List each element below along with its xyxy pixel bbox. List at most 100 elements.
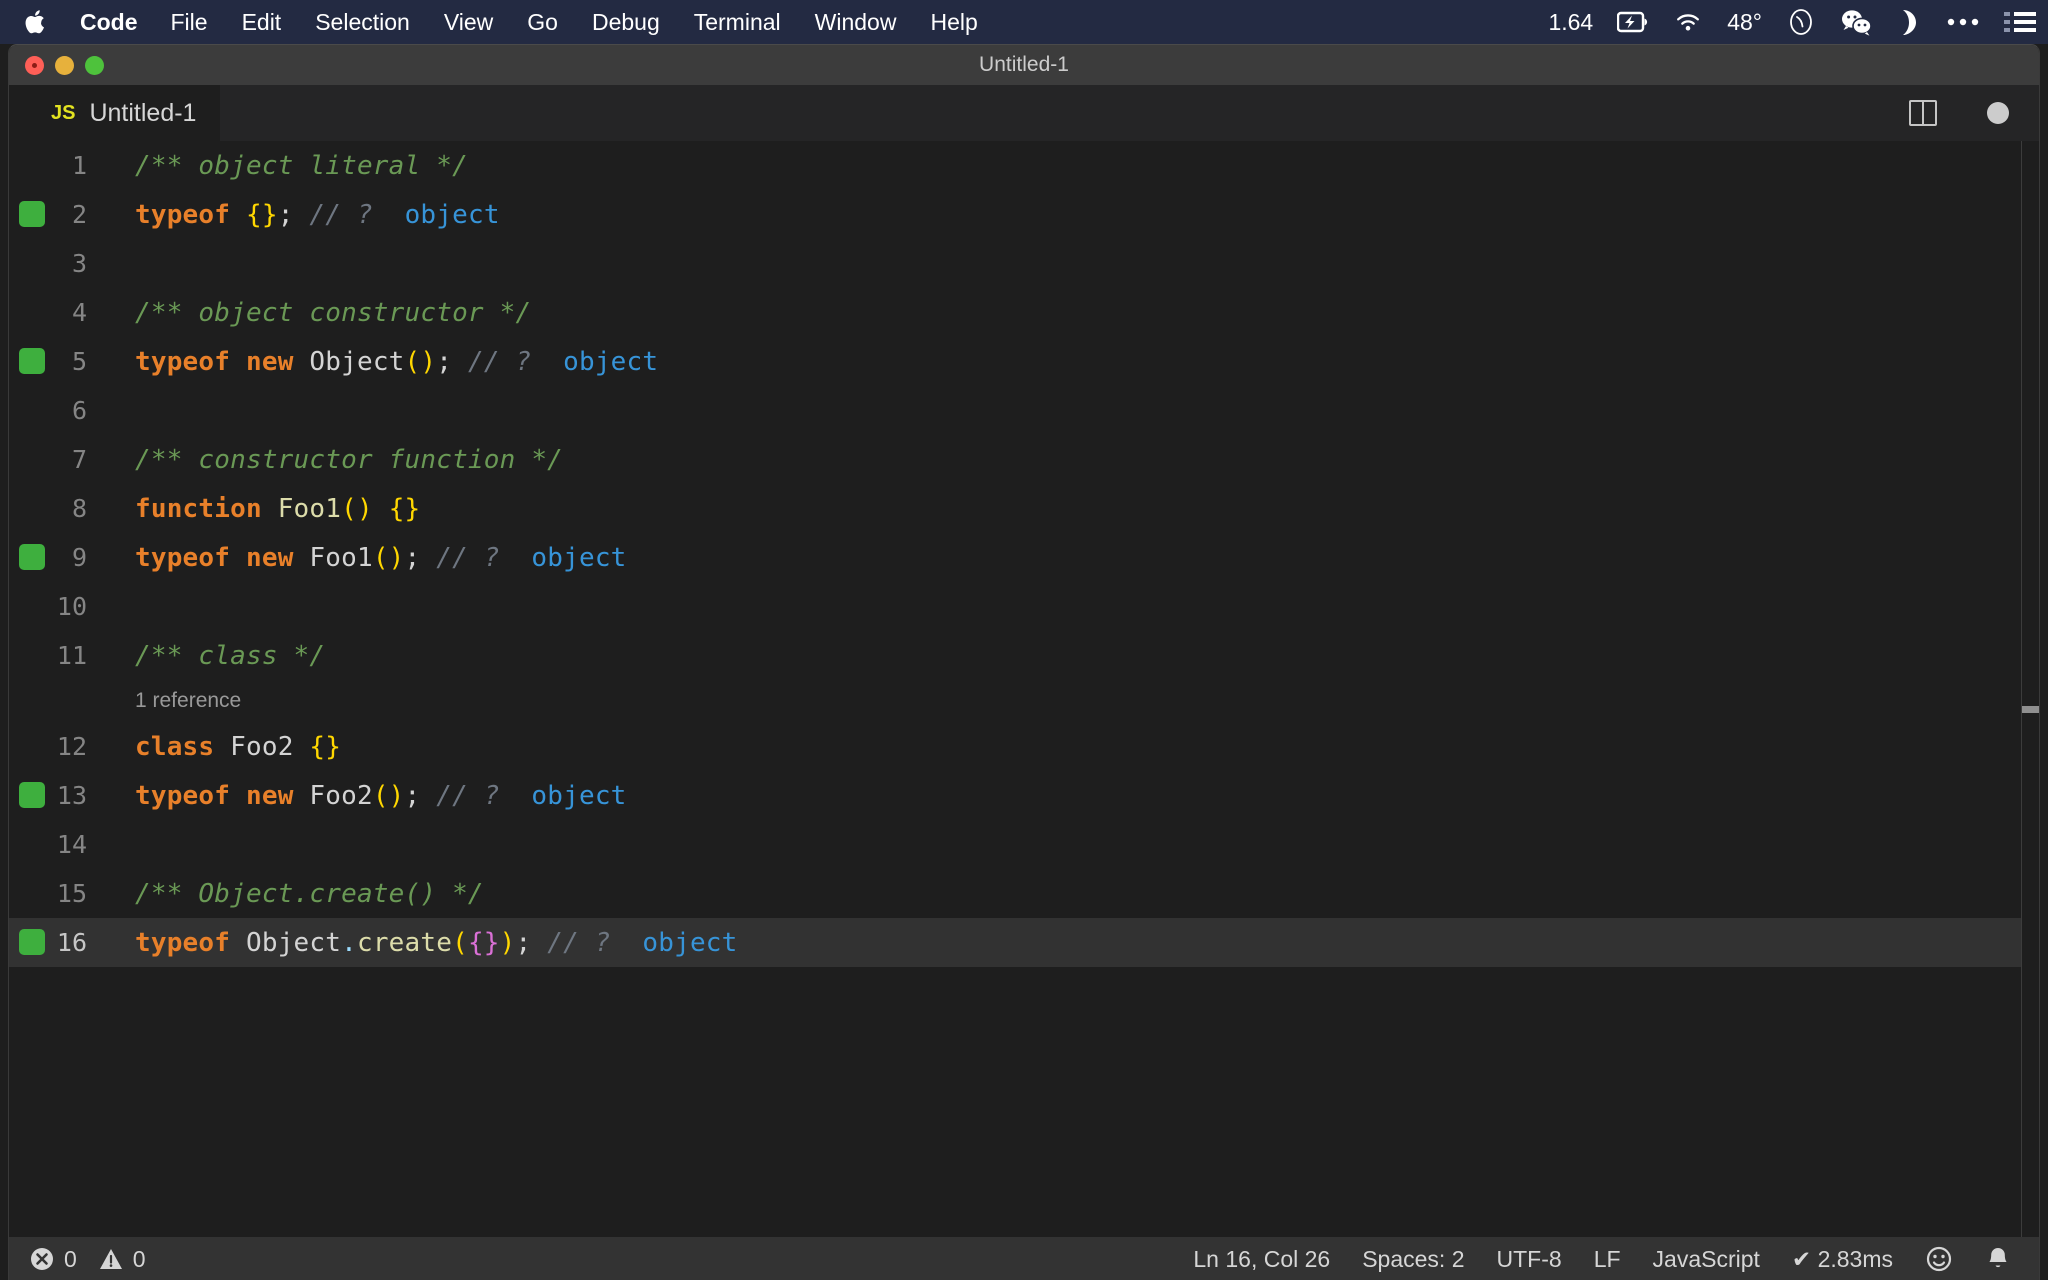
code-line-content[interactable]: /** class */ (109, 641, 325, 671)
code-line[interactable]: 3 (9, 239, 2039, 288)
code-line-content[interactable]: /** object constructor */ (109, 298, 531, 328)
code-line[interactable]: 6 (9, 386, 2039, 435)
code-line-content[interactable]: function Foo1() {} (109, 494, 420, 524)
code-token: // ? (468, 347, 531, 377)
language-mode[interactable]: JavaScript (1637, 1237, 1776, 1280)
code-token: ; (278, 200, 294, 230)
problems-indicator[interactable]: 0 0 (23, 1246, 152, 1273)
code-line[interactable]: 12class Foo2 {} (9, 722, 2039, 771)
editor-tab-untitled-1[interactable]: JS Untitled-1 (9, 85, 220, 141)
code-token: ; (516, 928, 532, 958)
code-line-content[interactable]: /** Object.create() */ (109, 879, 484, 909)
code-token: () (373, 543, 405, 573)
smiley-icon[interactable] (1909, 1245, 1969, 1273)
code-token: {} (246, 200, 278, 230)
eol-setting[interactable]: LF (1578, 1237, 1637, 1280)
code-token (230, 200, 246, 230)
code-token: // ? (547, 928, 610, 958)
circle-slash-icon[interactable] (1774, 0, 1828, 44)
code-line[interactable]: 11/** class */ (9, 631, 2039, 680)
code-token: ( (452, 928, 468, 958)
split-editor-icon[interactable] (1909, 100, 1937, 126)
code-token: object (531, 543, 626, 573)
code-token: object (563, 347, 658, 377)
battery-charging-icon[interactable] (1605, 0, 1661, 44)
code-token: ; (436, 347, 452, 377)
indentation-setting[interactable]: Spaces: 2 (1346, 1237, 1480, 1280)
code-token (294, 781, 310, 811)
menu-item-terminal[interactable]: Terminal (677, 0, 798, 44)
encoding-setting[interactable]: UTF-8 (1481, 1237, 1578, 1280)
code-token: {} (309, 732, 341, 762)
code-line-content[interactable]: typeof {}; // ? object (109, 200, 500, 230)
code-line[interactable]: 4/** object constructor */ (9, 288, 2039, 337)
line-number: 14 (9, 830, 109, 859)
wifi-icon[interactable] (1661, 0, 1715, 44)
quokka-executed-marker-icon (19, 348, 45, 374)
code-line[interactable]: 1/** object literal */ (9, 141, 2039, 190)
code-editor[interactable]: 1/** object literal */2typeof {}; // ? o… (9, 141, 2039, 1237)
code-line[interactable]: 5typeof new Object(); // ? object (9, 337, 2039, 386)
code-line-content[interactable]: typeof new Foo1(); // ? object (109, 543, 627, 573)
code-token (294, 200, 310, 230)
cursor-position[interactable]: Ln 16, Col 26 (1177, 1237, 1346, 1280)
code-token (500, 543, 532, 573)
code-token: object (531, 781, 626, 811)
code-line-content[interactable]: typeof new Foo2(); // ? object (109, 781, 627, 811)
code-token: Object (309, 347, 404, 377)
code-line-content[interactable]: typeof Object.create({}); // ? object (109, 928, 738, 958)
editor-overview-ruler[interactable] (2021, 141, 2039, 1237)
editor-tab-bar: JS Untitled-1 (9, 85, 2039, 141)
code-line[interactable]: 16typeof Object.create({}); // ? object (9, 918, 2039, 967)
codelens-reference-link[interactable]: 1 reference (109, 689, 241, 713)
status-bar: 0 0 Ln 16, Col 26 Spaces: 2 UTF-8 LF Jav… (9, 1237, 2039, 1280)
code-line[interactable]: 14 (9, 820, 2039, 869)
menu-item-debug[interactable]: Debug (575, 0, 677, 44)
menu-item-view[interactable]: View (427, 0, 510, 44)
code-line[interactable]: 8function Foo1() {} (9, 484, 2039, 533)
code-token: /** Object.create() */ (135, 879, 484, 909)
menu-item-go[interactable]: Go (510, 0, 575, 44)
menu-item-edit[interactable]: Edit (225, 0, 299, 44)
list-icon[interactable] (1992, 0, 2048, 44)
ellipsis-icon[interactable] (1934, 0, 1992, 44)
code-line[interactable]: 9typeof new Foo1(); // ? object (9, 533, 2039, 582)
wechat-icon[interactable] (1828, 0, 1886, 44)
shazam-icon[interactable] (1886, 0, 1934, 44)
editor-tab-label: Untitled-1 (89, 99, 196, 128)
status-bar-right: Ln 16, Col 26 Spaces: 2 UTF-8 LF JavaScr… (1177, 1237, 2027, 1280)
code-token: Foo2 (230, 732, 293, 762)
bell-icon[interactable] (1969, 1245, 2027, 1273)
code-token: {} (389, 494, 421, 524)
system-load-value[interactable]: 1.64 (1536, 0, 1605, 44)
code-token (420, 543, 436, 573)
code-token: typeof (135, 781, 230, 811)
line-number: 8 (9, 494, 109, 523)
code-token: function (135, 494, 262, 524)
apple-logo-icon[interactable] (14, 0, 58, 44)
temperature-value[interactable]: 48° (1715, 0, 1774, 44)
code-line-content[interactable]: class Foo2 {} (109, 732, 341, 762)
codelens-row: 1 reference (9, 680, 2039, 722)
menu-item-window[interactable]: Window (798, 0, 914, 44)
code-line[interactable]: 15 /** Object.create() */ (9, 869, 2039, 918)
code-line[interactable]: 2typeof {}; // ? object (9, 190, 2039, 239)
line-number: 15 (9, 879, 109, 908)
menu-item-selection[interactable]: Selection (298, 0, 427, 44)
code-line-content[interactable]: typeof new Object(); // ? object (109, 347, 658, 377)
code-line[interactable]: 10 (9, 582, 2039, 631)
menu-item-file[interactable]: File (154, 0, 225, 44)
code-token: /** class */ (135, 641, 325, 671)
code-token: typeof (135, 928, 230, 958)
code-line[interactable]: 13typeof new Foo2(); // ? object (9, 771, 2039, 820)
menu-item-help[interactable]: Help (913, 0, 994, 44)
menu-item-code[interactable]: Code (64, 0, 154, 44)
code-line-content[interactable]: /** constructor function */ (109, 445, 563, 475)
menu-bar-status-items: 1.64 48° (1536, 0, 2048, 44)
quokka-run-status[interactable]: ✔ 2.83ms (1776, 1237, 1909, 1280)
unsaved-dot-icon[interactable] (1987, 102, 2009, 124)
code-lines-container[interactable]: 1/** object literal */2typeof {}; // ? o… (9, 141, 2039, 967)
code-token: () (373, 781, 405, 811)
code-line-content[interactable]: /** object literal */ (109, 151, 468, 181)
code-line[interactable]: 7/** constructor function */ (9, 435, 2039, 484)
